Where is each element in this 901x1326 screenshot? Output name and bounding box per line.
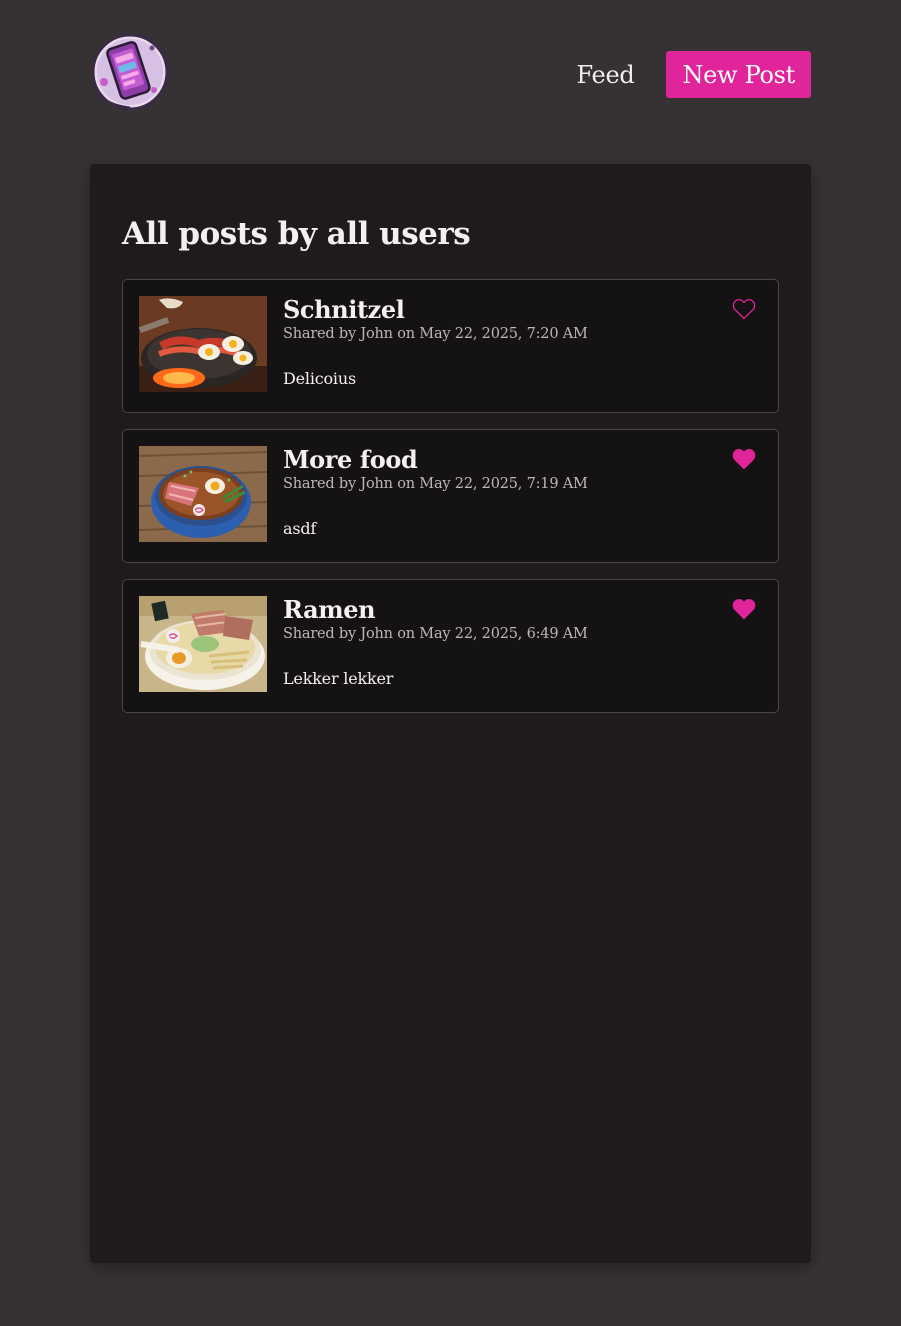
new-post-button[interactable]: New Post bbox=[666, 51, 811, 98]
post-item[interactable]: More food Shared by John on May 22, 2025… bbox=[122, 429, 779, 563]
post-thumbnail[interactable] bbox=[139, 446, 267, 542]
ramen-plate-image bbox=[139, 596, 267, 692]
post-item[interactable]: Ramen Shared by John on May 22, 2025, 6:… bbox=[122, 579, 779, 713]
site-header: Feed New Post bbox=[90, 30, 811, 114]
like-button[interactable] bbox=[732, 448, 756, 470]
post-meta: Shared by John on May 22, 2025, 6:49 AM bbox=[283, 626, 588, 642]
post-meta: Shared by John on May 22, 2025, 7:19 AM bbox=[283, 476, 588, 492]
post-thumbnail[interactable] bbox=[139, 296, 267, 392]
heart-filled-icon bbox=[732, 598, 756, 620]
post-item[interactable]: Schnitzel Shared by John on May 22, 2025… bbox=[122, 279, 779, 413]
post-body: asdf bbox=[283, 519, 317, 538]
post-title[interactable]: Ramen bbox=[283, 595, 376, 624]
post-title[interactable]: Schnitzel bbox=[283, 295, 405, 324]
phone-logo-icon bbox=[91, 33, 169, 111]
ramen-bowl-image bbox=[139, 446, 267, 542]
like-button[interactable] bbox=[732, 298, 756, 320]
post-list: Schnitzel Shared by John on May 22, 2025… bbox=[122, 279, 779, 729]
post-thumbnail[interactable] bbox=[139, 596, 267, 692]
heart-filled-icon bbox=[732, 448, 756, 470]
nav-feed-link[interactable]: Feed bbox=[577, 61, 635, 89]
main-nav: Feed New Post bbox=[577, 51, 811, 98]
app-logo[interactable] bbox=[90, 30, 172, 114]
page-title: All posts by all users bbox=[122, 216, 471, 252]
post-body: Delicoius bbox=[283, 369, 356, 388]
bacon-eggs-pan-image bbox=[139, 296, 267, 392]
post-title[interactable]: More food bbox=[283, 445, 418, 474]
like-button[interactable] bbox=[732, 598, 756, 620]
heart-outline-icon bbox=[732, 298, 756, 320]
post-meta: Shared by John on May 22, 2025, 7:20 AM bbox=[283, 326, 588, 342]
post-body: Lekker lekker bbox=[283, 669, 394, 688]
posts-panel: All posts by all users Schnitzel Shared … bbox=[90, 164, 811, 1263]
